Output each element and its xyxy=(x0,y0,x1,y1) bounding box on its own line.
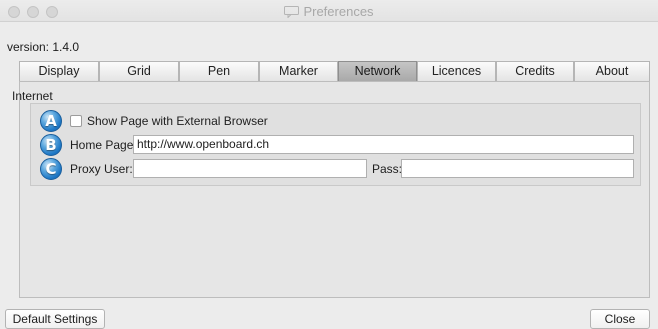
external-browser-label: Show Page with External Browser xyxy=(87,114,268,128)
default-settings-button[interactable]: Default Settings xyxy=(5,309,105,329)
badge-c-icon: C xyxy=(40,158,62,180)
tab-licences[interactable]: Licences xyxy=(417,61,496,81)
home-page-label: Home Page: xyxy=(70,138,137,152)
window-title: Preferences xyxy=(303,4,374,19)
proxy-pass-label: Pass: xyxy=(372,162,403,176)
tab-grid[interactable]: Grid xyxy=(99,61,179,81)
close-button[interactable]: Close xyxy=(590,309,650,329)
tab-display[interactable]: Display xyxy=(19,61,99,81)
tab-pen[interactable]: Pen xyxy=(179,61,259,81)
home-page-field[interactable]: http://www.openboard.ch xyxy=(133,135,634,154)
version-label: version: 1.4.0 xyxy=(7,40,80,54)
tab-about[interactable]: About xyxy=(574,61,650,81)
tab-credits[interactable]: Credits xyxy=(496,61,574,81)
tab-marker[interactable]: Marker xyxy=(259,61,338,81)
badge-a-icon: A xyxy=(40,110,62,132)
internet-group-title: Internet xyxy=(12,89,53,103)
preferences-icon xyxy=(284,6,300,19)
title-bar: Preferences xyxy=(0,0,658,22)
external-browser-checkbox[interactable] xyxy=(70,115,82,127)
window-title-wrap: Preferences xyxy=(0,4,658,19)
proxy-user-field[interactable] xyxy=(133,159,367,178)
tab-network[interactable]: Network xyxy=(338,61,417,81)
proxy-user-label: Proxy User: xyxy=(70,162,133,176)
badge-b-icon: B xyxy=(40,134,62,156)
proxy-pass-field[interactable] xyxy=(401,159,634,178)
